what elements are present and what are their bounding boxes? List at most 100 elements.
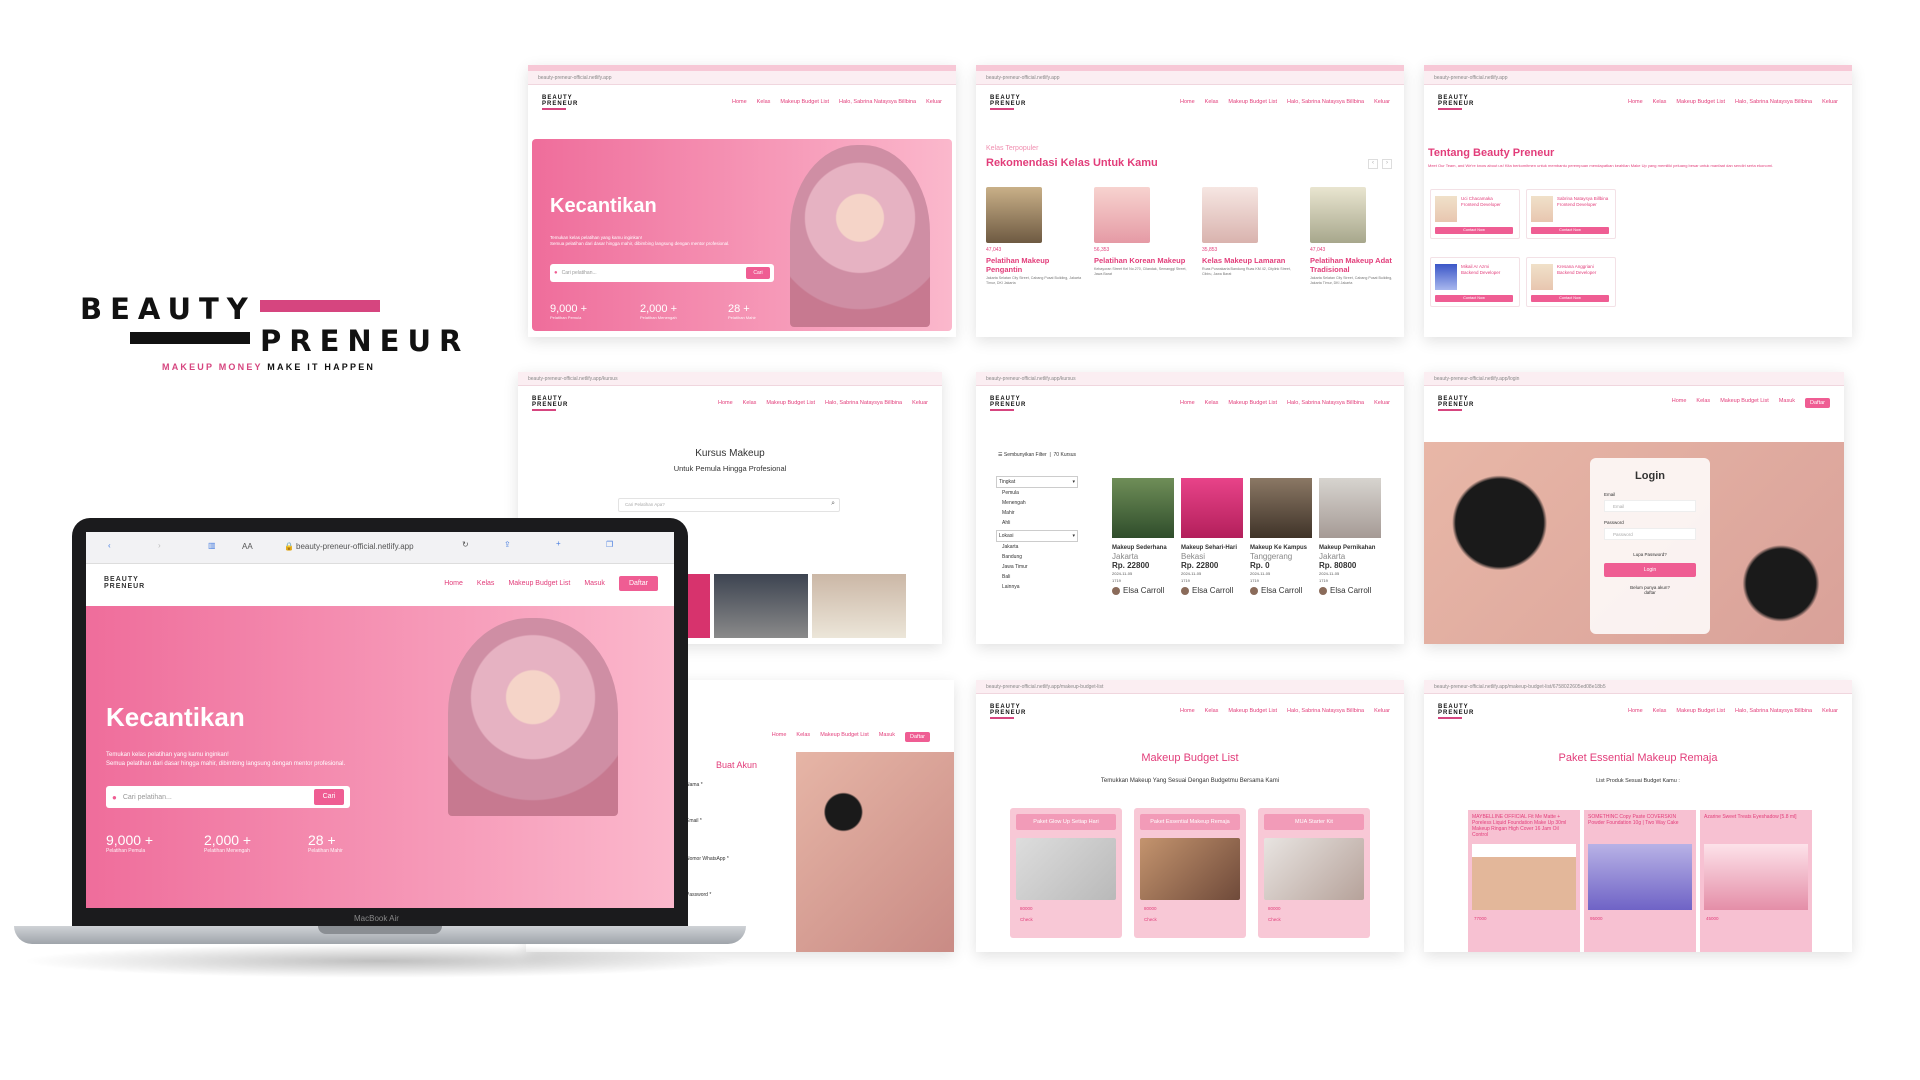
nav-home[interactable]: Home (1672, 398, 1687, 408)
nav-kelas[interactable]: Kelas (1653, 708, 1667, 714)
nav-kelas[interactable]: Kelas (1205, 400, 1219, 406)
address-bar[interactable]: beauty-preneur-official.netlify.app/logi… (1424, 372, 1844, 386)
nav-user[interactable]: Halo, Sabrina Nataysya Billbina (1287, 99, 1364, 105)
email-field[interactable]: Email (1604, 500, 1696, 512)
filter-option[interactable]: Mahir (1002, 508, 1078, 518)
nav-keluar[interactable]: Keluar (1374, 99, 1390, 105)
contact-button[interactable]: Contact Now (1435, 295, 1513, 302)
nav-kelas[interactable]: Kelas (477, 580, 495, 587)
hero-search[interactable]: ● Cari pelatihan... Cari (550, 264, 774, 282)
nav-kelas[interactable]: Kelas (1696, 398, 1710, 408)
nav-home[interactable]: Home (772, 732, 787, 742)
forgot-password-link[interactable]: Lupa Password? (1590, 552, 1710, 557)
address-bar[interactable]: beauty-preneur-official.netlify.app (976, 71, 1404, 85)
carousel-prev-button[interactable]: ‹ (1368, 159, 1378, 169)
hero-search[interactable]: ● Cari pelatihan... Cari (106, 786, 350, 808)
nav-daftar-button[interactable]: Daftar (618, 576, 658, 591)
nav-budget[interactable]: Makeup Budget List (780, 99, 829, 105)
product-card[interactable]: SOMETHINC Copy Paste COVERSKIN Powder Fo… (1584, 810, 1696, 952)
nav-budget[interactable]: Makeup Budget List (1228, 708, 1277, 714)
nav-user[interactable]: Halo, Sabrina Nataysya Billbina (1287, 400, 1364, 406)
nav-budget[interactable]: Makeup Budget List (1228, 400, 1277, 406)
product-card[interactable]: MAYBELLINE OFFICIAL Fit Me Matte + Porel… (1468, 810, 1580, 952)
carousel-next-button[interactable]: › (1382, 159, 1392, 169)
password-field[interactable]: Password (1604, 528, 1696, 540)
budget-pack[interactable]: MUA Starter Kit 80000 Check (1258, 808, 1370, 938)
address-bar[interactable]: beauty-preneur-official.netlify.app/kurs… (518, 372, 942, 386)
check-link[interactable]: Check (1020, 917, 1112, 922)
nav-home[interactable]: Home (1628, 99, 1643, 105)
hide-filter-toggle[interactable]: ☰ Sembunyikan Filter | 70 Kursus (998, 452, 1076, 458)
back-icon[interactable]: ‹ (108, 541, 111, 550)
budget-pack[interactable]: Paket Glow Up Setiap Hari 80000 Check (1010, 808, 1122, 938)
new-tab-icon[interactable]: + (556, 539, 561, 548)
nav-user[interactable]: Halo, Sabrina Nataysya Billbina (1735, 708, 1812, 714)
course-item[interactable]: Makeup Pernikahan Jakarta Rp. 80800 2024… (1319, 478, 1381, 595)
login-button[interactable]: Login (1604, 563, 1696, 577)
nav-user[interactable]: Halo, Sabrina Nataysya Billbina (1735, 99, 1812, 105)
filter-option[interactable]: Pemula (1002, 488, 1078, 498)
contact-button[interactable]: Contact Now (1531, 227, 1609, 234)
nav-logo[interactable]: BEAUTY PRENEUR (990, 704, 1060, 719)
address-bar[interactable]: beauty-preneur-official.netlify.app (1424, 71, 1852, 85)
filter-option[interactable]: Jawa Timur (1002, 562, 1078, 572)
address-bar[interactable]: beauty-preneur-official.netlify.app/make… (1424, 680, 1852, 694)
nav-daftar-button[interactable]: Daftar (1805, 398, 1830, 408)
nav-logo[interactable]: BEAUTY PRENEUR (104, 576, 145, 590)
course-item[interactable]: Makeup Sehari-Hari Bekasi Rp. 22800 2024… (1181, 478, 1243, 595)
nav-budget[interactable]: Makeup Budget List (1676, 708, 1725, 714)
book-icon[interactable]: ▥ (208, 541, 216, 550)
nav-logo[interactable]: BEAUTY PRENEUR (990, 396, 1060, 411)
address-bar[interactable]: beauty-preneur-official.netlify.app/kurs… (976, 372, 1404, 386)
budget-pack[interactable]: Paket Essential Makeup Remaja 80000 Chec… (1134, 808, 1246, 938)
filter-option[interactable]: Jakarta (1002, 542, 1078, 552)
product-card[interactable]: Azarine Sweet Treats Eyeshadow [5.8 ml] … (1700, 810, 1812, 952)
contact-button[interactable]: Contact Now (1435, 227, 1513, 234)
nav-logo[interactable]: BEAUTY PRENEUR (1438, 704, 1508, 719)
forward-icon[interactable]: › (158, 541, 161, 550)
laptop-url[interactable]: beauty-preneur-official.netlify.app (296, 542, 414, 551)
nav-kelas[interactable]: Kelas (743, 400, 757, 406)
nav-kelas[interactable]: Kelas (757, 99, 771, 105)
course-card[interactable]: 56,353 Pelatihan Korean Makeup Kebayoran… (1094, 187, 1194, 276)
hero-search-button[interactable]: Cari (314, 789, 344, 805)
nav-home[interactable]: Home (1628, 708, 1643, 714)
nav-budget[interactable]: Makeup Budget List (1676, 99, 1725, 105)
course-card[interactable]: 47,043 Pelatihan Makeup Pengantin Jakart… (986, 187, 1086, 285)
address-bar[interactable]: beauty-preneur-official.netlify.app (528, 71, 956, 85)
nav-home[interactable]: Home (732, 99, 747, 105)
nav-user[interactable]: Halo, Sabrina Nataysya Billbina (825, 400, 902, 406)
address-bar[interactable]: beauty-preneur-official.netlify.app/make… (976, 680, 1404, 694)
nav-keluar[interactable]: Keluar (1822, 708, 1838, 714)
kursus-thumb[interactable] (714, 574, 808, 638)
nav-keluar[interactable]: Keluar (926, 99, 942, 105)
reload-icon[interactable]: ↻ (462, 540, 469, 549)
nav-home[interactable]: Home (1180, 400, 1195, 406)
nav-budget[interactable]: Makeup Budget List (766, 400, 815, 406)
nav-logo[interactable]: BEAUTY PRENEUR (532, 396, 602, 411)
nav-kelas[interactable]: Kelas (1205, 99, 1219, 105)
nav-kelas[interactable]: Kelas (796, 732, 810, 742)
nav-logo[interactable]: BEAUTY PRENEUR (990, 95, 1060, 110)
reader-button[interactable]: AA (242, 542, 253, 551)
nav-masuk[interactable]: Masuk (1779, 398, 1795, 408)
nav-logo[interactable]: BEAUTY PRENEUR (542, 95, 612, 110)
nav-daftar-button[interactable]: Daftar (905, 732, 930, 742)
nav-budget[interactable]: Makeup Budget List (820, 732, 869, 742)
nav-masuk[interactable]: Masuk (584, 580, 605, 587)
course-item[interactable]: Makeup Ke Kampus Tanggerang Rp. 0 2024-1… (1250, 478, 1312, 595)
filter-option[interactable]: Menengah (1002, 498, 1078, 508)
kursus-thumb[interactable] (812, 574, 906, 638)
nav-home[interactable]: Home (718, 400, 733, 406)
check-link[interactable]: Check (1144, 917, 1236, 922)
filter-option[interactable]: Bandung (1002, 552, 1078, 562)
course-card[interactable]: 47,043 Pelatihan Makeup Adat Tradisional… (1310, 187, 1400, 285)
filter-option[interactable]: Ahli (1002, 518, 1078, 528)
course-card[interactable]: 35,853 Kelas Makeup Lamaran Ruas Purwaka… (1202, 187, 1302, 276)
check-link[interactable]: Check (1268, 917, 1360, 922)
nav-logo[interactable]: BEAUTY PRENEUR (1438, 396, 1508, 411)
nav-kelas[interactable]: Kelas (1653, 99, 1667, 105)
nav-budget[interactable]: Makeup Budget List (508, 580, 570, 587)
kursus-search[interactable]: Cari Pelatihan Apa? ⌕ (618, 498, 840, 512)
contact-button[interactable]: Contact Now (1531, 295, 1609, 302)
